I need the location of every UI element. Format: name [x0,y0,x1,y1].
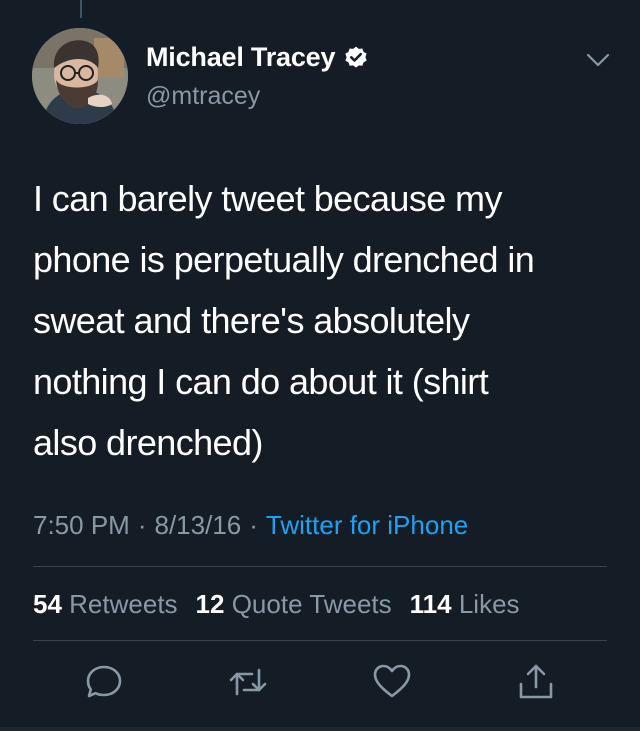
retweets-label: Retweets [69,589,178,619]
divider [33,566,607,567]
tweet-stats: 54 Retweets 12 Quote Tweets 114 Likes [33,589,520,620]
retweet-icon[interactable] [226,660,270,704]
avatar[interactable] [32,28,128,124]
author-display-name[interactable]: Michael Tracey [146,42,336,73]
likes-count: 114 [409,589,452,619]
verified-badge-icon [345,46,367,68]
share-icon[interactable] [514,660,558,704]
retweets-stat[interactable]: 54 Retweets [33,589,178,619]
tweet-text-line: nothing I can do about it (shirt [33,361,489,402]
quote-tweets-count: 12 [195,589,225,619]
tweet-meta: 7:50 PM · 8/13/16 · Twitter for iPhone [33,510,468,541]
author-handle[interactable]: @mtracey [146,82,260,111]
tweet-source-link[interactable]: Twitter for iPhone [266,510,468,540]
meta-separator: · [249,510,258,540]
tweet-time[interactable]: 7:50 PM [33,510,130,540]
likes-stat[interactable]: 114 Likes [410,589,520,619]
bottom-border [0,727,640,731]
heart-icon[interactable] [370,660,414,704]
tweet-text: I can barely tweet because my phone is p… [33,168,623,473]
tweet-text-line: also drenched) [33,422,263,463]
tweet-text-line: I can barely tweet because my [33,178,502,219]
thread-connector-line [80,0,82,18]
reply-icon[interactable] [82,660,126,704]
quote-tweets-label: Quote Tweets [231,589,392,619]
tweet-text-line: sweat and there's absolutely [33,300,470,341]
action-bar [0,660,640,710]
chevron-down-icon[interactable] [585,50,611,70]
meta-separator: · [137,510,147,540]
retweets-count: 54 [33,589,62,619]
likes-label: Likes [458,589,520,619]
quote-tweets-stat[interactable]: 12 Quote Tweets [196,589,392,619]
avatar-image [32,28,128,124]
author-name-row[interactable]: Michael Tracey [146,42,369,73]
tweet-text-line: phone is perpetually drenched in [33,239,535,280]
tweet-date[interactable]: 8/13/16 [155,510,242,540]
divider [33,640,607,641]
